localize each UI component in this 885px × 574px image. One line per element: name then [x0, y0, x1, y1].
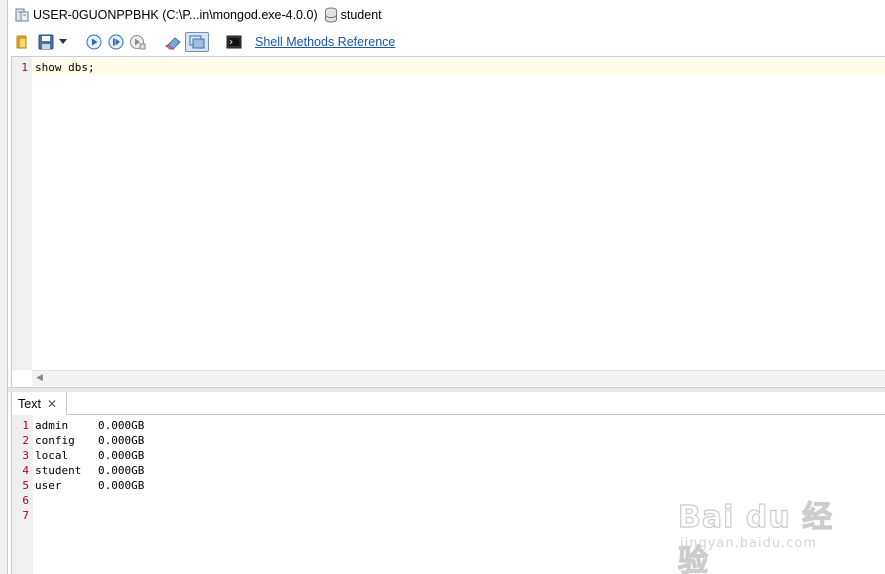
output-row: user 0.000GB [35, 478, 144, 493]
save-icon [38, 34, 54, 49]
eraser-icon [165, 36, 181, 50]
db-size: 0.000GB [98, 464, 145, 477]
open-button[interactable] [13, 32, 31, 52]
db-size: 0.000GB [98, 419, 145, 432]
close-icon[interactable]: ✕ [47, 398, 57, 410]
watermark-main-text: Bai du 经验 [677, 499, 834, 574]
output-line-number: 3 [22, 449, 29, 462]
editor-horizontal-scrollbar[interactable]: ◀ [32, 370, 885, 386]
output-row: config 0.000GB [35, 433, 144, 448]
explain-button[interactable] [127, 32, 149, 52]
db-size: 0.000GB [98, 479, 145, 492]
watermark-sub-text: jingyan.baidu.com [680, 536, 817, 551]
db-size: 0.000GB [98, 434, 145, 447]
console-button[interactable] [223, 32, 245, 52]
output-text: admin 0.000GB config 0.000GB local 0.000… [35, 418, 144, 493]
save-button[interactable] [35, 32, 57, 52]
output-line-number: 7 [22, 509, 29, 522]
scroll-left-icon[interactable]: ◀ [36, 372, 43, 383]
output-line-number: 1 [22, 419, 29, 432]
console-icon [226, 35, 242, 48]
window-left-edge [0, 0, 8, 574]
tab-text-label: Text [18, 396, 41, 411]
server-label: USER-0GUONPPBHK (C:\P...in\mongod.exe-4.… [33, 7, 318, 22]
current-line-highlight [32, 60, 885, 75]
result-tab-bar: Text ✕ [11, 392, 885, 415]
editor-code-text[interactable]: show dbs; [35, 60, 95, 75]
output-row: local 0.000GB [35, 448, 144, 463]
baidu-jingyan-watermark: Bai du 经验 jingyan.baidu.com [676, 478, 846, 574]
execute-button[interactable] [83, 32, 105, 52]
server-connection[interactable]: USER-0GUONPPBHK (C:\P...in\mongod.exe-4.… [14, 7, 318, 23]
database-icon [324, 7, 337, 22]
output-line-number: 2 [22, 434, 29, 447]
execute-line-icon [108, 34, 124, 49]
database-label: student [340, 7, 382, 22]
db-size: 0.000GB [98, 449, 145, 462]
editor-line-gutter: 1 [12, 57, 32, 370]
editor-line-number: 1 [21, 61, 28, 74]
connection-bar: USER-0GUONPPBHK (C:\P...in\mongod.exe-4.… [8, 0, 885, 29]
db-name: student [35, 464, 82, 477]
db-name: admin [35, 419, 69, 432]
open-folder-icon [16, 35, 27, 48]
editor-code-area[interactable]: show dbs; [32, 57, 885, 370]
tab-text[interactable]: Text ✕ [12, 392, 67, 415]
output-row: admin 0.000GB [35, 418, 144, 433]
execute-icon [86, 34, 102, 49]
explain-icon [130, 34, 146, 49]
shell-toolbar: Shell Methods Reference [8, 29, 885, 54]
output-line-gutter: 1 2 3 4 5 6 7 [12, 415, 33, 574]
toggle-view-button[interactable] [185, 31, 209, 52]
save-dropdown-button[interactable] [57, 32, 69, 52]
shell-methods-reference-link[interactable]: Shell Methods Reference [255, 35, 395, 49]
db-name: local [35, 449, 69, 462]
server-icon [15, 8, 29, 21]
toggle-view-icon [189, 35, 205, 48]
db-name: config [35, 434, 75, 447]
output-line-number: 5 [22, 479, 29, 492]
dropdown-arrow-icon [59, 38, 67, 44]
clear-output-button[interactable] [163, 32, 185, 52]
output-row: student 0.000GB [35, 463, 144, 478]
execute-line-button[interactable] [105, 32, 127, 52]
db-name: user [35, 479, 62, 492]
output-line-number: 6 [22, 494, 29, 507]
query-editor[interactable]: 1 show dbs; ◀ [11, 56, 885, 387]
database-selector[interactable]: student [324, 7, 382, 23]
output-line-number: 4 [22, 464, 29, 477]
